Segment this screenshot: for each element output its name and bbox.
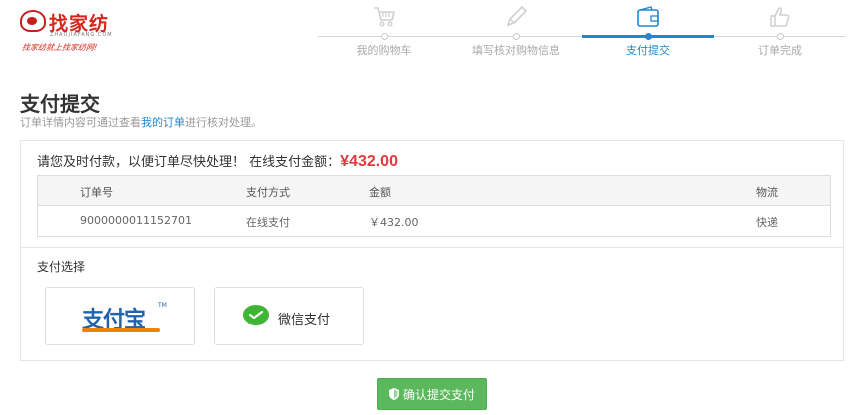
table-row: 9000000011152701 在线支付 ￥432.00 快递 (38, 206, 830, 236)
payment-options-heading: 支付选择 (37, 260, 86, 274)
wechat-pay-option[interactable]: 微信支付 (214, 287, 364, 345)
wechat-icon (242, 304, 270, 328)
step-label: 支付提交 (626, 44, 670, 57)
step-dot (380, 33, 388, 40)
alipay-swoosh (82, 328, 160, 332)
step-label: 我的购物车 (356, 44, 412, 57)
order-panel: 请您及时付款，以便订单尽快处理！ 在线支付金额：¥432.00 订单号 支付方式… (20, 140, 844, 361)
wechat-pay-label: 微信支付 (278, 313, 331, 328)
alipay-trademark: TM (158, 302, 167, 309)
step-label: 订单完成 (758, 44, 802, 57)
order-amount: ￥432.00 (369, 216, 419, 229)
order-table: 订单号 支付方式 金额 物流 9000000011152701 在线支付 ￥43… (37, 175, 831, 237)
step-label: 填写核对购物信息 (472, 44, 560, 57)
cart-icon (371, 4, 397, 30)
column-header: 金额 (369, 186, 391, 199)
payment-amount: ¥432.00 (340, 153, 398, 170)
order-number: 9000000011152701 (80, 214, 192, 227)
table-header: 订单号 支付方式 金额 物流 (38, 176, 830, 206)
step-cart: 我的购物车 (318, 0, 450, 60)
step-dot (512, 33, 520, 40)
my-orders-link[interactable]: 我的订单 (141, 116, 185, 129)
payment-method: 在线支付 (246, 216, 290, 229)
step-complete: 订单完成 (714, 0, 846, 60)
step-fill-info: 填写核对购物信息 (450, 0, 582, 60)
wallet-icon (635, 4, 661, 30)
logo-emblem-icon (20, 10, 46, 32)
alipay-option[interactable]: 支付宝 TM (45, 287, 195, 345)
column-header: 物流 (756, 186, 778, 199)
step-payment: 支付提交 (582, 0, 714, 60)
step-dot (776, 33, 784, 40)
desc-text: 进行核对处理。 (185, 116, 262, 129)
column-header: 订单号 (80, 186, 113, 199)
payment-prompt: 请您及时付款，以便订单尽快处理！ 在线支付金额：¥432.00 (37, 151, 398, 171)
shipping-method: 快递 (756, 216, 778, 229)
page-title: 支付提交 (20, 92, 100, 116)
shield-icon (388, 388, 399, 400)
prompt-text: 请您及时付款，以便订单尽快处理！ 在线支付金额： (37, 155, 341, 170)
confirm-payment-label: 确认提交支付 (402, 387, 475, 402)
checkout-progress: 我的购物车 填写核对购物信息 支付提交 订单完成 (318, 0, 846, 60)
step-dot (644, 33, 652, 40)
confirm-payment-button[interactable]: 确认提交支付 (377, 378, 487, 410)
column-header: 支付方式 (246, 186, 290, 199)
pencil-icon (503, 4, 529, 30)
site-logo[interactable]: 找家纺 ZHAOJIAFANG.COM 找家纺就上找家纺网! (18, 6, 128, 54)
logo-slogan: 找家纺就上找家纺网! (21, 43, 98, 52)
page-description: 订单详情内容可通过查看我的订单进行核对处理。 (20, 114, 262, 130)
divider (21, 247, 843, 248)
desc-text: 订单详情内容可通过查看 (20, 116, 141, 129)
page: 找家纺 ZHAOJIAFANG.COM 找家纺就上找家纺网! 我的购物车 填写核… (0, 0, 864, 415)
thumbs-up-icon (767, 4, 793, 30)
logo-domain: ZHAOJIAFANG.COM (50, 32, 113, 38)
